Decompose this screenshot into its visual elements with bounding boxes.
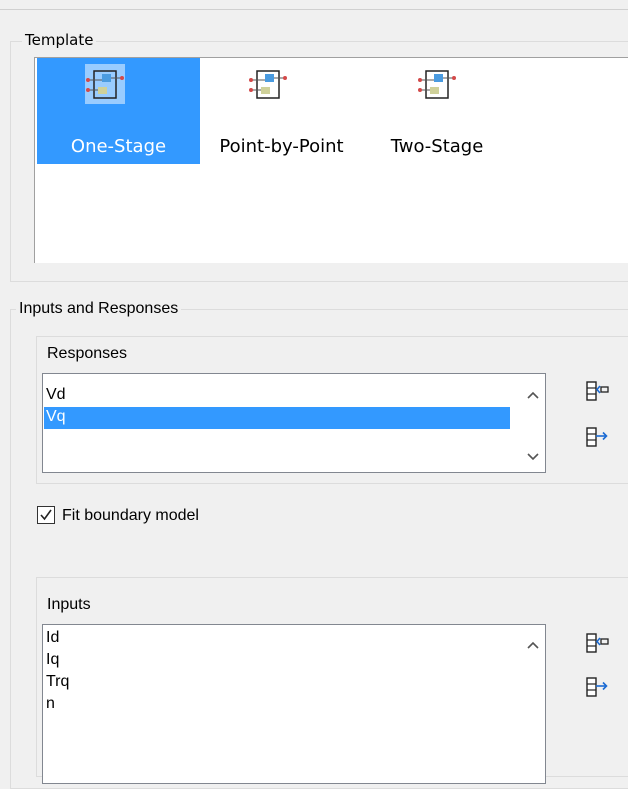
remove-input-icon [586,677,608,697]
list-item[interactable]: n [44,694,510,716]
inputs-responses-group-title: Inputs and Responses [16,300,182,318]
responses-title: Responses [47,345,128,362]
remove-input-button[interactable] [584,674,610,700]
remove-response-button[interactable] [584,424,610,450]
add-input-button[interactable] [584,630,610,656]
template-item-point-by-point[interactable]: Point-by-Point [200,58,363,164]
fit-boundary-checkbox[interactable] [37,506,55,524]
add-response-icon [586,381,609,401]
inputs-listbox[interactable]: Id Iq Trq n [42,624,546,784]
point-by-point-model-icon [248,64,288,104]
top-separator [0,9,628,10]
two-stage-model-icon [417,64,457,104]
checkmark-icon [40,509,52,521]
list-item[interactable]: Id [44,628,510,650]
template-label: Point-by-Point [219,136,344,157]
list-item[interactable]: Iq [44,650,510,672]
remove-response-icon [586,427,608,447]
template-list[interactable]: One-Stage Point-by-Point Two-Stage [34,57,628,263]
template-label: One-Stage [70,136,167,157]
scroll-up-icon[interactable] [525,387,541,403]
scroll-up-icon[interactable] [525,637,541,653]
list-item[interactable]: Vd [44,385,510,407]
list-item[interactable]: Trq [44,672,510,694]
add-response-button[interactable] [584,378,610,404]
fit-boundary-label[interactable]: Fit boundary model [62,506,199,526]
template-group-title: Template [22,31,97,49]
template-item-one-stage[interactable]: One-Stage [37,58,200,164]
one-stage-model-icon [85,64,125,104]
inputs-title: Inputs [47,596,91,613]
template-item-two-stage[interactable]: Two-Stage [372,58,502,164]
add-input-icon [586,633,609,653]
list-item[interactable]: Vq [44,407,510,429]
scroll-down-icon[interactable] [525,449,541,465]
template-label: Two-Stage [390,136,484,157]
responses-listbox[interactable]: Vd Vq [42,373,546,473]
